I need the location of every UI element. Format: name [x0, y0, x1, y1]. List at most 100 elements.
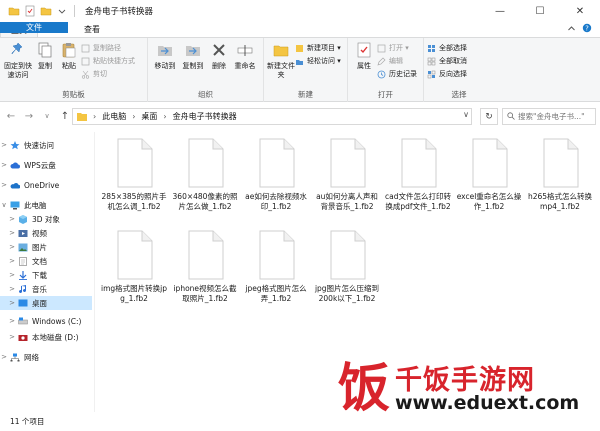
breadcrumb-current-folder[interactable]: 金舟电子书转换器 [173, 111, 237, 122]
expand-chevron-icon[interactable]: > [8, 229, 16, 237]
window-controls: — ☐ ✕ [480, 0, 600, 22]
network-icon [10, 353, 20, 362]
sidebar-item-videos[interactable]: > 视频 [0, 226, 92, 240]
properties-icon [355, 41, 373, 59]
sidebar-item-wps-cloud[interactable]: > WPS云盘 [0, 158, 92, 172]
breadcrumb-desktop[interactable]: 桌面 [141, 111, 157, 122]
sidebar-item-pictures[interactable]: > 图片 [0, 240, 92, 254]
sidebar-item-music[interactable]: > 音乐 [0, 282, 92, 296]
history-button[interactable]: 历史记录 [377, 69, 417, 79]
file-item[interactable]: 360×480像素的照片怎么做_1.fb2 [171, 138, 239, 212]
tab-file[interactable]: 文件 [0, 22, 68, 33]
new-group-label: 新建 [298, 90, 313, 99]
easy-access-icon [295, 57, 304, 66]
edit-icon [377, 57, 386, 66]
new-folder-icon[interactable] [40, 5, 52, 17]
drive-icon [18, 333, 28, 342]
expand-chevron-icon[interactable]: > [8, 215, 16, 223]
delete-x-icon [210, 41, 228, 59]
help-icon[interactable]: ? [582, 23, 592, 36]
recent-chevron-icon[interactable]: ∨ [40, 112, 54, 120]
up-arrow-icon[interactable]: ↑ [58, 111, 72, 122]
address-bar[interactable]: › 此电脑 › 桌面 › 金舟电子书转换器 ∨ [72, 108, 472, 125]
file-item[interactable]: img格式图片转换jpg_1.fb2 [100, 230, 168, 304]
file-name: excel重命名怎么操作_1.fb2 [456, 192, 522, 211]
expand-chevron-icon[interactable]: > [8, 271, 16, 279]
breadcrumb-this-pc[interactable]: 此电脑 [102, 111, 126, 122]
sidebar-item-drive-d[interactable]: > 本地磁盘 (D:) [0, 330, 92, 344]
navigation-bar: ← → ∨ ↑ › 此电脑 › 桌面 › 金舟电子书转换器 ∨ ↻ [0, 102, 600, 130]
file-name: jpg图片怎么压缩到200k以下_1.fb2 [314, 284, 380, 303]
expand-chevron-icon[interactable]: > [0, 353, 8, 361]
divider [74, 5, 75, 17]
open-button[interactable]: 打开 ▾ [377, 43, 417, 53]
file-item[interactable]: jpeg格式图片怎么弄_1.fb2 [242, 230, 310, 304]
music-icon [18, 284, 28, 294]
close-button[interactable]: ✕ [560, 0, 600, 22]
item-count: 11 个项目 [10, 417, 45, 426]
minimize-button[interactable]: — [480, 0, 520, 22]
search-input[interactable] [518, 112, 598, 121]
cut-button[interactable]: 剪切 [81, 69, 135, 79]
file-item[interactable]: au如何分离人声和背景音乐_1.fb2 [313, 138, 381, 212]
ribbon-controls: ? [567, 22, 600, 37]
sidebar-item-documents[interactable]: > 文档 [0, 254, 92, 268]
sidebar-item-drive-c[interactable]: > Windows (C:) [0, 314, 92, 328]
new-item-button[interactable]: 新建项目 ▾ [295, 43, 341, 53]
select-all-button[interactable]: 全部选择 [427, 43, 467, 53]
search-box[interactable] [502, 108, 598, 125]
paste-shortcut-button[interactable]: 粘贴快捷方式 [81, 56, 135, 66]
properties-icon[interactable] [24, 5, 36, 17]
file-icon [185, 230, 225, 280]
maximize-button[interactable]: ☐ [520, 0, 560, 22]
expand-chevron-icon[interactable]: > [8, 243, 16, 251]
file-item[interactable]: ae如何去除视频水印_1.fb2 [242, 138, 310, 212]
select-none-button[interactable]: 全部取消 [427, 56, 467, 66]
chevron-down-icon[interactable]: ∨ [463, 110, 469, 119]
sidebar-item-network[interactable]: > 网络 [0, 350, 92, 364]
easy-access-button[interactable]: 轻松访问 ▾ [295, 56, 341, 66]
sidebar-item-this-pc[interactable]: ∨ 此电脑 [0, 198, 92, 212]
collapse-chevron-icon[interactable]: ∨ [0, 201, 8, 209]
sidebar-item-3d-objects[interactable]: > 3D 对象 [0, 212, 92, 226]
file-item[interactable]: 285×385的照片手机怎么调_1.fb2 [100, 138, 168, 212]
expand-chevron-icon[interactable]: > [8, 317, 16, 325]
expand-chevron-icon[interactable]: > [0, 161, 8, 169]
history-icon [377, 70, 386, 79]
expand-chevron-icon[interactable]: > [8, 257, 16, 265]
tab-view[interactable]: 查看 [74, 22, 110, 37]
file-item[interactable]: h265格式怎么转换mp4_1.fb2 [526, 138, 594, 212]
sidebar-item-onedrive[interactable]: > OneDrive [0, 178, 92, 192]
onedrive-icon [10, 181, 21, 190]
expand-chevron-icon[interactable]: > [8, 299, 16, 307]
file-icon [114, 138, 154, 188]
copy-path-icon [81, 44, 90, 53]
ribbon: 固定到快速访问 复制 粘贴 复制路径 粘贴快捷方式 剪切 剪贴板 移动到 复制到… [0, 38, 600, 102]
refresh-button[interactable]: ↻ [480, 108, 498, 125]
file-item[interactable]: excel重命名怎么操作_1.fb2 [455, 138, 523, 212]
file-name: ae如何去除视频水印_1.fb2 [245, 192, 307, 211]
expand-chevron-icon[interactable]: > [0, 141, 8, 149]
organize-group-label: 组织 [198, 90, 213, 99]
forward-arrow-icon[interactable]: → [22, 111, 36, 122]
invert-selection-button[interactable]: 反向选择 [427, 69, 467, 79]
paste-shortcut-icon [81, 57, 90, 66]
expand-chevron-icon[interactable]: > [0, 181, 8, 189]
sidebar-item-desktop[interactable]: > 桌面 [0, 296, 92, 310]
copy-path-button[interactable]: 复制路径 [81, 43, 135, 53]
back-arrow-icon[interactable]: ← [4, 111, 18, 122]
file-name: iphone视频怎么截取照片_1.fb2 [173, 284, 237, 303]
chevron-down-icon[interactable] [56, 5, 68, 17]
expand-chevron-icon[interactable]: > [8, 333, 16, 341]
file-item[interactable]: iphone视频怎么截取照片_1.fb2 [171, 230, 239, 304]
sidebar-item-quick-access[interactable]: > 快速访问 [0, 138, 92, 152]
ribbon-tabs: 文件 主页 共享 查看 ? [0, 22, 600, 38]
search-icon [507, 111, 515, 122]
edit-button[interactable]: 编辑 [377, 56, 417, 66]
chevron-up-icon[interactable] [567, 24, 576, 36]
sidebar-item-downloads[interactable]: > 下载 [0, 268, 92, 282]
file-item[interactable]: jpg图片怎么压缩到200k以下_1.fb2 [313, 230, 381, 304]
file-icon [185, 138, 225, 188]
expand-chevron-icon[interactable]: > [8, 285, 16, 293]
file-item[interactable]: cad文件怎么打印转换成pdf文件_1.fb2 [384, 138, 452, 212]
